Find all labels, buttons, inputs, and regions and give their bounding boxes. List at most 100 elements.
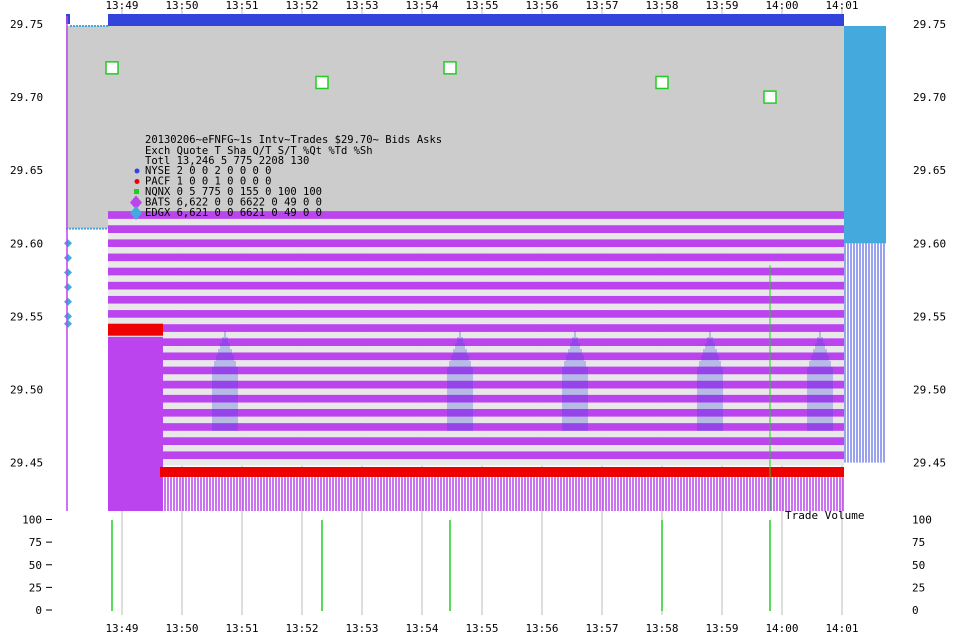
trade-marker — [655, 75, 669, 90]
price-tick-label-left: 29.50 — [10, 384, 43, 397]
bats-stripe — [108, 253, 844, 262]
stripe-gap — [108, 346, 844, 353]
price-tick-label-left: 29.70 — [10, 91, 43, 104]
stripe-gap — [108, 416, 844, 424]
x-tick-label-top: 13:55 — [465, 0, 498, 12]
x-tick-label-top: 13:53 — [345, 0, 378, 12]
price-tick-label-right: 29.45 — [913, 457, 946, 470]
edgx-diamond — [64, 297, 72, 306]
price-tick-label-left: 29.60 — [10, 237, 43, 250]
bats-stripe — [108, 310, 844, 318]
x-tick-label-top: 13:59 — [705, 0, 738, 12]
price-tick-label-left: 29.75 — [10, 18, 43, 31]
legend-marker — [134, 179, 140, 184]
stripe-gap — [108, 289, 844, 296]
x-tick-label-top: 14:01 — [825, 0, 858, 12]
x-tick-label-bottom: 13:59 — [705, 622, 738, 634]
x-tick-label-bottom: 13:50 — [165, 622, 198, 634]
x-tick-label-top: 13:51 — [225, 0, 258, 12]
x-tick-label-bottom: 13:53 — [345, 622, 378, 634]
x-tick-label-top: 13:57 — [585, 0, 618, 12]
x-tick-label-bottom: 13:49 — [105, 622, 138, 634]
stripe-gap — [108, 430, 844, 438]
bats-stripe — [108, 281, 844, 290]
x-tick-label-bottom: 13:58 — [645, 622, 678, 634]
x-tick-label-bottom: 13:51 — [225, 622, 258, 634]
trade-marker — [315, 75, 329, 90]
chart-canvas: 13:49 13:49 13:50 13:50 13:51 13:51 13:52 13:52… — [10, 0, 946, 634]
x-tick-label-top: 13:56 — [525, 0, 558, 12]
stripe-gap — [108, 331, 844, 339]
bats-left-block — [108, 336, 163, 511]
edgx-diamond — [64, 239, 72, 248]
volume-tick-label-right: 100 — [912, 514, 932, 527]
bats-stripe — [108, 225, 844, 234]
stripe-gap — [108, 275, 844, 282]
edgx-diamond — [64, 283, 72, 292]
volume-label: Trade Volume — [785, 509, 864, 522]
price-tick-label-right: 29.70 — [913, 91, 946, 104]
edgx-right-block — [844, 26, 886, 244]
x-tick-label-top: 13:54 — [405, 0, 438, 12]
x-tick-label-bottom: 13:54 — [405, 622, 438, 634]
volume-tick-label-right: 50 — [912, 559, 925, 572]
bats-stripe — [108, 295, 844, 304]
x-tick-label-top: 14:00 — [765, 0, 798, 12]
bats-stripe — [108, 267, 844, 276]
stripe-gap — [108, 247, 844, 254]
volume-tick-label-right: 0 — [912, 604, 919, 617]
price-tick-label-left: 29.45 — [10, 457, 43, 470]
volume-bars — [111, 520, 771, 611]
bats-stripe — [108, 423, 844, 431]
pacf-bid-band — [160, 466, 844, 477]
legend-row: EDGX 6,621 0 0 6621 0 49 0 0 — [145, 207, 322, 219]
x-tick-label-top: 13:49 — [105, 0, 138, 12]
x-tick-label-bottom: 13:55 — [465, 622, 498, 634]
edgx-diamond — [64, 319, 72, 328]
bats-stripe — [108, 437, 844, 446]
bats-stripe — [108, 366, 844, 375]
stripe-gap — [108, 459, 844, 466]
x-tick-label-bottom: 13:52 — [285, 622, 318, 634]
bats-stripe — [108, 324, 844, 332]
x-tick-label-bottom: 13:57 — [585, 622, 618, 634]
x-tick-label-bottom: 14:00 — [765, 622, 798, 634]
edgx-diamond — [64, 253, 72, 262]
bats-stripe — [108, 239, 844, 248]
volume-tick-label-left: 75 — [29, 536, 42, 549]
bats-stripe — [108, 408, 844, 417]
quote-bands — [64, 14, 886, 511]
edgx-diamond — [64, 312, 72, 321]
price-tick-label-left: 29.55 — [10, 310, 43, 323]
volume-tick-label-left: 50 — [29, 559, 42, 572]
x-tick-label-top: 13:50 — [165, 0, 198, 12]
price-tick-label-right: 29.75 — [913, 18, 946, 31]
bats-stripe — [108, 380, 844, 389]
volume-tick-label-left: 100 — [22, 514, 42, 527]
stripe-gap — [108, 402, 844, 409]
bats-stripe — [108, 352, 844, 361]
x-tick-label-top: 13:58 — [645, 0, 678, 12]
stripe-gap — [108, 374, 844, 381]
price-tick-label-right: 29.55 — [913, 310, 946, 323]
stripe-gap — [108, 233, 844, 240]
volume-tick-label-right: 25 — [912, 581, 925, 594]
price-tick-label-right: 29.65 — [913, 164, 946, 177]
x-tick-label-top: 13:52 — [285, 0, 318, 12]
legend-marker — [134, 189, 139, 194]
trade-marker — [763, 90, 777, 104]
volume-tick-label-left: 25 — [29, 581, 42, 594]
price-tick-label-left: 29.65 — [10, 164, 43, 177]
bats-stripe — [108, 451, 844, 460]
stripe-gap — [108, 360, 844, 367]
stripe-gap — [108, 261, 844, 268]
stripe-gap — [108, 388, 844, 395]
pacf-bid-block — [108, 323, 163, 336]
trade-marker — [105, 61, 119, 75]
edgx-diamond — [64, 268, 72, 277]
price-tick-label-right: 29.50 — [913, 384, 946, 397]
stripe-gap — [108, 445, 844, 452]
stripe-gap — [108, 303, 844, 311]
x-tick-label-bottom: 14:01 — [825, 622, 858, 634]
stripe-gap — [108, 317, 844, 325]
